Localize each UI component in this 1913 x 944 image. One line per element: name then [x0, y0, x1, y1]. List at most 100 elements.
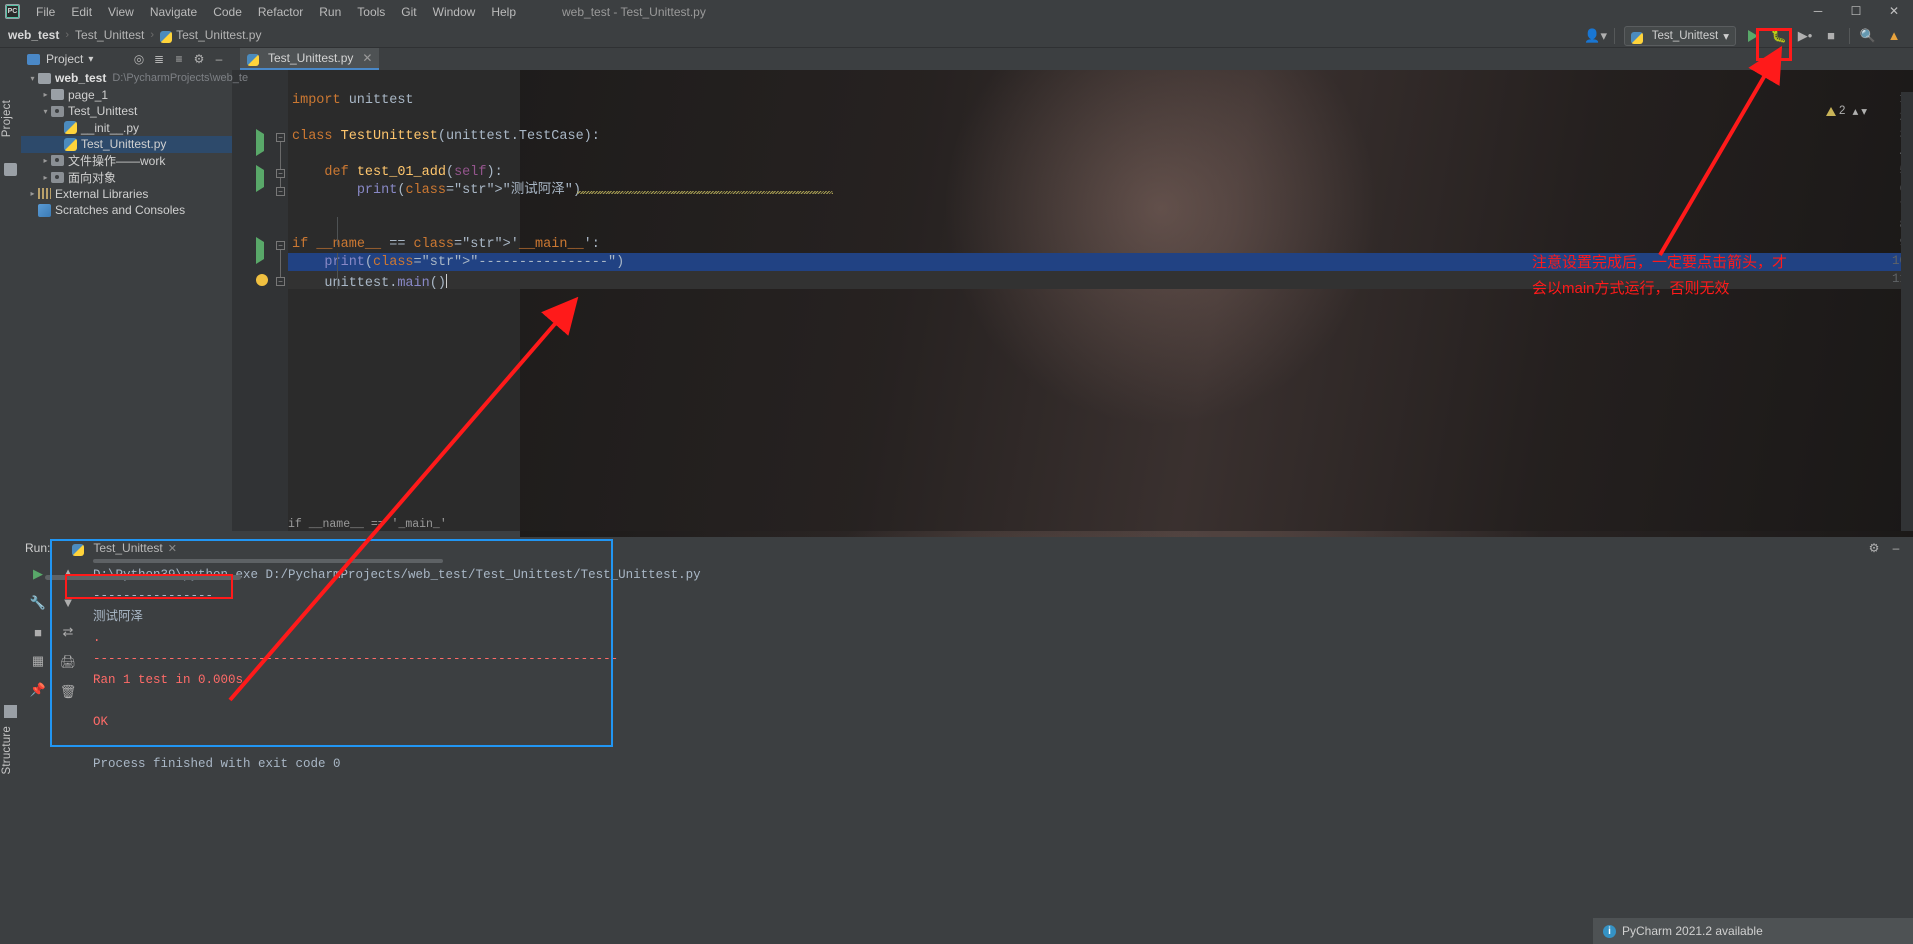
collapse-all-icon[interactable]: ≡ [170, 50, 188, 68]
print-icon[interactable]: 🖨 [59, 653, 77, 671]
tree-expand-arrow-icon[interactable]: ▾ [40, 107, 51, 116]
menu-navigate[interactable]: Navigate [142, 3, 205, 21]
tree-item-ExternalLibraries[interactable]: ▸ External Libraries [21, 186, 232, 203]
tree-item-page_1[interactable]: ▸ page_1 [21, 87, 232, 104]
close-icon[interactable]: ✕ [362, 51, 372, 65]
chevron-down-icon: ▾ [1723, 30, 1729, 43]
code-line-6[interactable]: print(class="str">"测试阿泽") [292, 182, 581, 200]
user-icon[interactable]: 👤▾ [1583, 23, 1609, 48]
layout-icon[interactable]: ▦ [29, 652, 47, 670]
code-line-3[interactable]: class TestUnittest(unittest.TestCase): [292, 128, 600, 146]
folder-icon [38, 72, 51, 84]
tree-item-Test_Unittest[interactable]: ▾ Test_Unittest [21, 103, 232, 120]
inspection-warning-badge[interactable]: 2 ▴ ▾ [1826, 104, 1867, 118]
scroll-down-icon[interactable]: ▼ [59, 593, 77, 611]
run-gutter-if[interactable] [256, 237, 268, 264]
expand-all-icon[interactable]: ≣ [150, 50, 168, 68]
project-folder-icon [4, 163, 17, 176]
console-output[interactable]: D:\Python39\python.exe D:/PycharmProject… [81, 561, 1913, 944]
hide-icon[interactable]: – [210, 50, 228, 68]
code-line-11[interactable]: unittest.main() [292, 272, 447, 293]
code-folding-column[interactable]: − − − − − [276, 70, 288, 531]
debug-button[interactable]: 🐛 [1766, 23, 1792, 48]
gear-icon[interactable]: ⚙ [190, 50, 208, 68]
breadcrumb-file[interactable]: Test_Unittest.py [160, 28, 261, 43]
menu-code[interactable]: Code [205, 3, 250, 21]
menu-help[interactable]: Help [483, 3, 524, 21]
run-arrow-icon [256, 165, 264, 192]
stop-button[interactable]: ■ [1818, 23, 1844, 48]
tree-item-web_test[interactable]: ▾ web_test D:\PycharmProjects\web_te [21, 70, 248, 87]
tree-item-label: Test_Unittest [68, 104, 138, 119]
menu-edit[interactable]: Edit [63, 3, 100, 21]
run-button[interactable] [1740, 23, 1766, 48]
maximize-button[interactable]: ☐ [1837, 0, 1875, 23]
minimize-button[interactable]: ─ [1799, 0, 1837, 23]
menu-window[interactable]: Window [425, 3, 484, 21]
hide-icon[interactable]: – [1887, 539, 1905, 557]
code-line-9[interactable]: if __name__ == class="str">'__main__': [292, 236, 600, 254]
code-line-1[interactable]: import unittest [292, 92, 414, 110]
run-tab-test-unittest[interactable]: Test_Unittest ✕ [72, 541, 177, 556]
tree-item-ScratchesandConsoles[interactable]: Scratches and Consoles [21, 202, 232, 219]
tree-item-work[interactable]: ▸ 文件操作——work [21, 153, 232, 170]
menu-run[interactable]: Run [311, 3, 349, 21]
locate-icon[interactable]: ◎ [130, 50, 148, 68]
fold-marker-if-end[interactable]: − [276, 277, 285, 286]
tree-item-Test_Unittestpy[interactable]: Test_Unittest.py [21, 136, 232, 153]
rerun-icon[interactable]: ▶ [29, 565, 47, 583]
run-configuration-selector[interactable]: Test_Unittest ▾ [1623, 25, 1736, 46]
menu-refactor[interactable]: Refactor [250, 3, 311, 21]
sidebar-tab-project[interactable]: Project [1, 100, 13, 137]
module-folder-icon [51, 155, 64, 167]
run-tab-label: Test_Unittest [93, 541, 163, 555]
gear-icon[interactable]: ⚙ [1865, 539, 1883, 557]
chevron-down-icon[interactable]: ▾ [1861, 104, 1867, 118]
breadcrumb-folder[interactable]: Test_Unittest [75, 28, 144, 42]
editor-tab-test-unittest[interactable]: Test_Unittest.py ✕ [240, 48, 380, 70]
breadcrumb-project[interactable]: web_test [8, 28, 59, 42]
menu-file[interactable]: File [28, 3, 63, 21]
menu-tools[interactable]: Tools [349, 3, 393, 21]
project-panel-chevron-icon[interactable]: ▾ [88, 54, 93, 65]
pycharm-window: PC File Edit View Navigate Code Refactor… [0, 0, 1913, 944]
editor-vertical-scrollbar[interactable] [1901, 92, 1913, 531]
run-gutter-def[interactable] [256, 165, 268, 192]
pin-icon[interactable]: 📌 [29, 681, 47, 699]
sidebar-tab-structure[interactable]: Structure [1, 726, 13, 774]
fold-marker-def-end[interactable]: − [276, 187, 285, 196]
run-window-header: Run: Test_Unittest ✕ ⚙ – [21, 537, 1913, 559]
updates-icon[interactable]: ▲ [1881, 23, 1907, 48]
tree-expand-arrow-icon[interactable]: ▸ [40, 156, 51, 165]
settings-wrench-icon[interactable]: 🔧 [29, 594, 47, 612]
intention-bulb-icon[interactable] [256, 274, 268, 286]
menu-view[interactable]: View [100, 3, 142, 21]
tree-expand-arrow-icon[interactable]: ▸ [40, 90, 51, 99]
project-tree-scrollbar[interactable] [45, 575, 241, 580]
chevron-up-icon[interactable]: ▴ [1852, 104, 1858, 118]
tree-item-[interactable]: ▸ 面向对象 [21, 169, 232, 186]
run-coverage-button[interactable]: ▶• [1792, 23, 1818, 48]
fold-marker-if[interactable]: − [276, 241, 285, 250]
stop-icon[interactable]: ■ [29, 623, 47, 641]
toolbar-divider-2 [1849, 27, 1850, 44]
code-editor[interactable]: − − − − − 1234567891011 import unittestc… [232, 70, 1913, 531]
trash-icon[interactable]: 🗑 [59, 683, 77, 701]
close-button[interactable]: ✕ [1875, 0, 1913, 23]
tree-expand-arrow-icon[interactable]: ▸ [40, 173, 51, 182]
tree-item-__init__py[interactable]: __init__.py [21, 120, 232, 137]
menu-bar: PC File Edit View Navigate Code Refactor… [0, 0, 1913, 23]
code-line-5[interactable]: def test_01_add(self): [292, 164, 502, 182]
run-gutter-class[interactable] [256, 129, 268, 156]
tree-expand-arrow-icon[interactable]: ▸ [27, 189, 38, 198]
fold-marker-class[interactable]: − [276, 133, 285, 142]
soft-wrap-icon[interactable]: ⇄ [59, 623, 77, 641]
close-icon[interactable]: ✕ [168, 542, 177, 555]
menu-git[interactable]: Git [393, 3, 424, 21]
fold-marker-def[interactable]: − [276, 169, 285, 178]
search-icon[interactable]: 🔍 [1855, 23, 1881, 48]
tree-expand-arrow-icon[interactable]: ▾ [27, 74, 38, 83]
run-window-label: Run: [25, 541, 51, 555]
code-line-10[interactable]: print(class="str">"----------------") [292, 254, 624, 272]
update-notification[interactable]: i PyCharm 2021.2 available [1593, 918, 1913, 944]
